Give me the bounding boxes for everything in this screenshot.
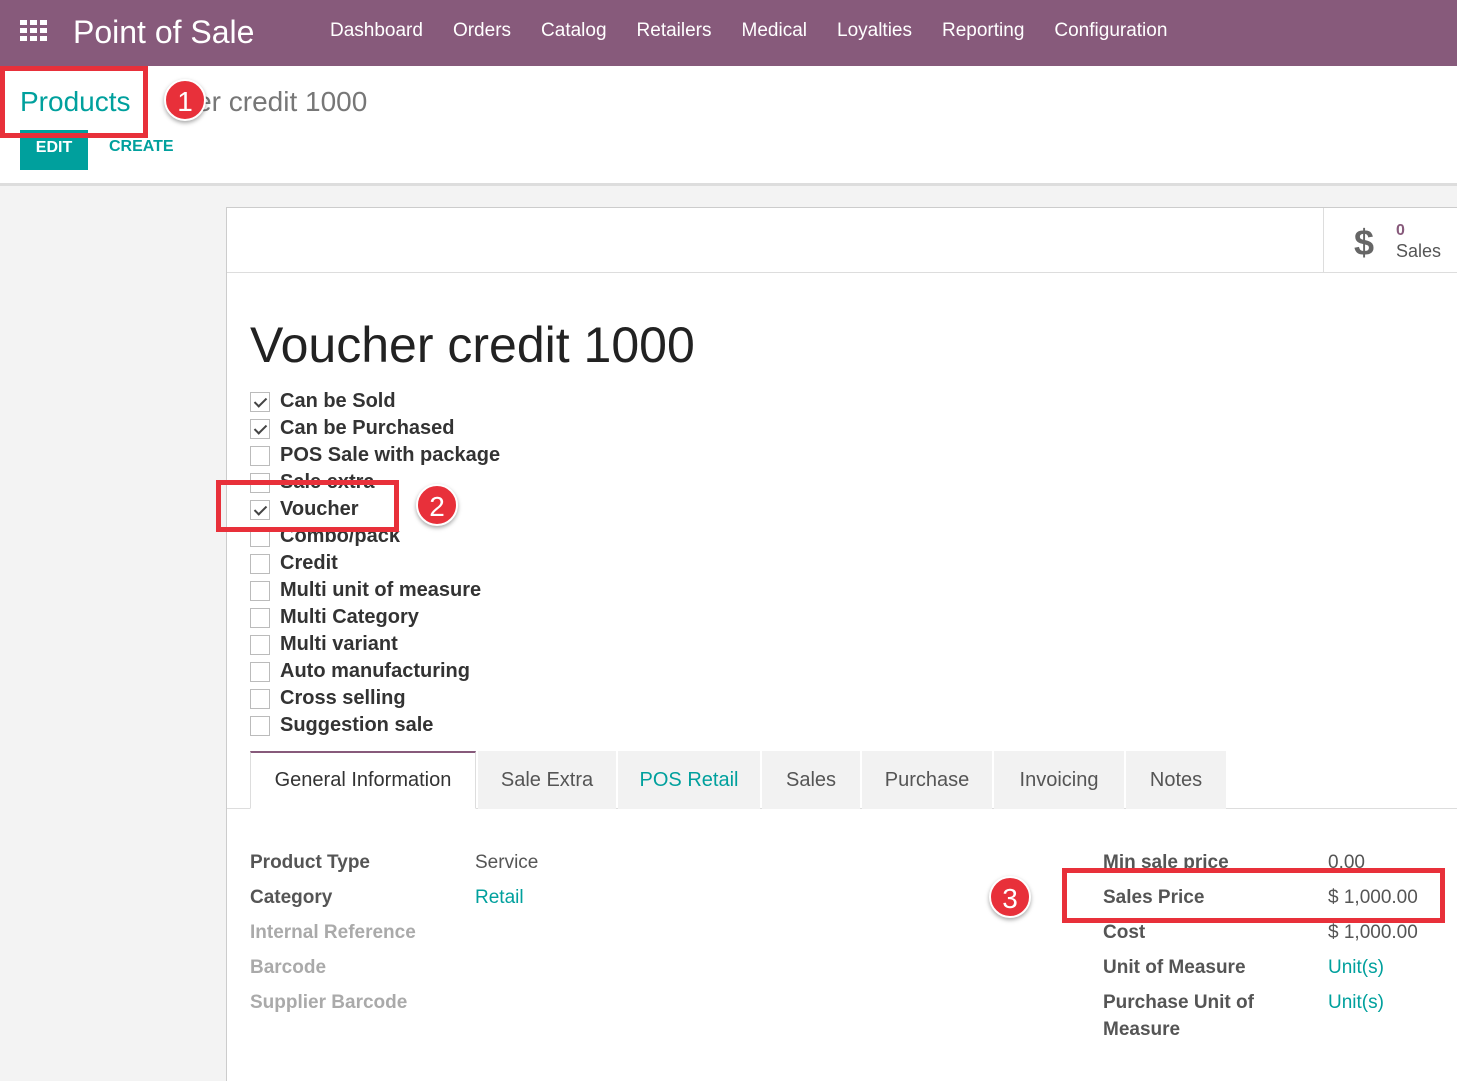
barcode-label: Barcode [250, 957, 327, 978]
menu-dashboard[interactable]: Dashboard [330, 20, 423, 42]
highlight-sales-price [1062, 868, 1445, 923]
uom-label: Unit of Measure [1103, 957, 1246, 978]
option-can-be-sold: Can be Sold [250, 388, 500, 415]
tab-sale-extra[interactable]: Sale Extra [478, 751, 616, 809]
tab-pos-retail[interactable]: POS Retail [618, 751, 760, 809]
checkbox[interactable] [250, 661, 270, 682]
option-label: Multi Category [280, 606, 419, 628]
cost-value: $ 1,000.00 [1328, 922, 1418, 943]
highlight-products-breadcrumb [0, 66, 148, 138]
checkbox[interactable] [250, 715, 270, 736]
option-pos-sale-package: POS Sale with package [250, 442, 500, 469]
notebook-tabs: General Information Sale Extra POS Retai… [227, 751, 1457, 809]
sales-label: Sales [1396, 241, 1442, 261]
category-link[interactable]: Retail [475, 887, 524, 909]
checkbox[interactable] [250, 580, 270, 601]
menu-loyalties[interactable]: Loyalties [837, 20, 912, 42]
tab-general-information[interactable]: General Information [250, 751, 476, 809]
purchase-uom-link[interactable]: Unit(s) [1328, 992, 1384, 1014]
supplier-barcode-label: Supplier Barcode [250, 992, 408, 1013]
option-label: Multi variant [280, 633, 398, 655]
option-label: POS Sale with package [280, 444, 501, 466]
option-multi-variant: Multi variant [250, 631, 500, 658]
product-type-value: Service [475, 852, 539, 873]
apps-grid-icon[interactable] [20, 20, 48, 42]
purchase-uom-label-line2: Measure [1103, 1019, 1181, 1040]
annotation-badge-2: 2 [416, 484, 458, 526]
option-label: Cross selling [280, 687, 406, 709]
annotation-badge-1: 1 [164, 79, 206, 121]
option-can-be-purchased: Can be Purchased [250, 415, 500, 442]
checkbox[interactable] [250, 391, 270, 412]
menu-medical[interactable]: Medical [742, 20, 807, 42]
option-label: Can be Sold [280, 390, 396, 412]
sales-count: 0 [1396, 222, 1405, 239]
cost-label: Cost [1103, 922, 1146, 943]
control-panel: Products cher credit 1000 EDIT CREATE [0, 66, 1457, 186]
app-title: Point of Sale [73, 14, 255, 50]
form-sheet: $ 0 Sales Voucher credit 1000 Can be Sol… [226, 207, 1457, 1081]
main-menu: Dashboard Orders Catalog Retailers Medic… [330, 20, 1197, 42]
option-auto-manufacturing: Auto manufacturing [250, 658, 500, 685]
checkbox[interactable] [250, 445, 270, 466]
purchase-uom-label-line1: Purchase Unit of [1103, 992, 1254, 1013]
dollar-icon: $ [1354, 222, 1375, 263]
option-cross-selling: Cross selling [250, 685, 500, 712]
product-name: Voucher credit 1000 [250, 317, 695, 373]
checkbox[interactable] [250, 553, 270, 574]
option-label: Auto manufacturing [280, 660, 470, 682]
option-label: Multi unit of measure [280, 579, 482, 601]
smart-button-box: $ 0 Sales [227, 208, 1457, 273]
menu-orders[interactable]: Orders [453, 20, 511, 42]
checkbox[interactable] [250, 688, 270, 709]
option-suggestion-sale: Suggestion sale [250, 712, 500, 739]
tab-sales[interactable]: Sales [762, 751, 860, 809]
option-multi-uom: Multi unit of measure [250, 577, 500, 604]
option-label: Can be Purchased [280, 417, 455, 439]
product-type-label: Product Type [250, 852, 370, 873]
sales-stat-button[interactable]: $ 0 Sales [1323, 208, 1457, 273]
option-label: Credit [280, 552, 338, 574]
top-navbar: Point of Sale Dashboard Orders Catalog R… [0, 0, 1457, 66]
menu-retailers[interactable]: Retailers [637, 20, 712, 42]
annotation-badge-3: 3 [989, 876, 1031, 918]
checkbox[interactable] [250, 418, 270, 439]
product-options: Can be Sold Can be Purchased POS Sale wi… [250, 388, 500, 739]
option-credit: Credit [250, 550, 500, 577]
category-label: Category [250, 887, 333, 908]
create-button[interactable]: CREATE [109, 138, 174, 156]
option-multi-category: Multi Category [250, 604, 500, 631]
highlight-voucher-option [216, 480, 399, 532]
uom-link[interactable]: Unit(s) [1328, 957, 1384, 979]
tab-invoicing[interactable]: Invoicing [994, 751, 1124, 809]
tab-notes[interactable]: Notes [1126, 751, 1226, 809]
tab-purchase[interactable]: Purchase [862, 751, 992, 809]
checkbox[interactable] [250, 634, 270, 655]
menu-catalog[interactable]: Catalog [541, 20, 607, 42]
menu-configuration[interactable]: Configuration [1054, 20, 1167, 42]
menu-reporting[interactable]: Reporting [942, 20, 1024, 42]
option-label: Suggestion sale [280, 714, 434, 736]
checkbox[interactable] [250, 607, 270, 628]
internal-reference-label: Internal Reference [250, 922, 416, 943]
